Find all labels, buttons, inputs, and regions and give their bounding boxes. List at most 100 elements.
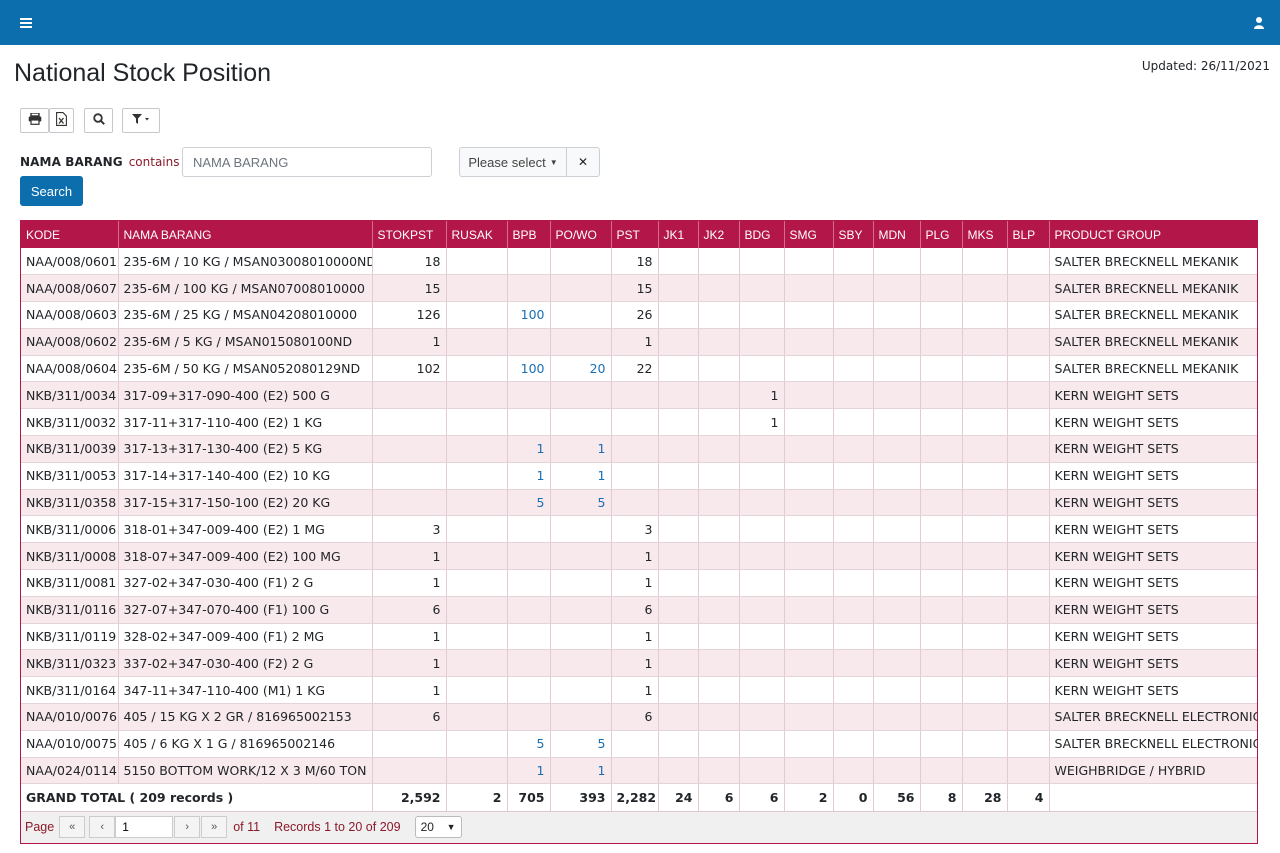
table-cell — [873, 569, 921, 597]
table-cell — [739, 623, 785, 651]
next-page-button[interactable]: › — [174, 816, 201, 839]
table-cell — [698, 435, 740, 463]
user-icon[interactable] — [1252, 16, 1266, 30]
table-cell — [784, 355, 834, 383]
table-cell — [962, 757, 1008, 785]
table-cell — [784, 462, 834, 490]
table-cell — [962, 515, 1008, 544]
filter-operator: contains — [128, 155, 180, 169]
page-size-select[interactable]: 20 ▼ — [414, 816, 462, 839]
column-header[interactable]: SMG — [784, 221, 834, 248]
column-header[interactable]: SBY — [833, 221, 874, 248]
table-row: NKB/311/0358 317-15+317-150-100 (E2) 20 K… — [21, 489, 1257, 517]
excel-export-button[interactable] — [49, 108, 74, 133]
table-cell — [920, 328, 963, 356]
cell-link[interactable]: 1 — [598, 763, 606, 778]
grand-total-row: GRAND TOTAL ( 209 records ) 2,592 2 705 393 2… — [21, 783, 1257, 811]
column-header[interactable]: NAMA BARANG — [118, 221, 373, 248]
column-header[interactable]: PRODUCT GROUP — [1049, 221, 1257, 248]
table-cell — [698, 489, 740, 517]
nama-barang-input[interactable] — [182, 147, 432, 177]
table-cell: SALTER BRECKNELL MEKANIK — [1049, 274, 1257, 303]
column-header[interactable]: STOKPST — [372, 221, 447, 248]
table-row: NKB/311/0053 317-14+317-140-400 (E2) 10 K… — [21, 462, 1257, 490]
cell-link[interactable]: 1 — [537, 468, 545, 483]
table-cell: 1 — [611, 649, 659, 678]
table-cell — [920, 757, 963, 785]
column-header[interactable]: BDG — [739, 221, 785, 248]
table-row: NAA/008/0603 235-6M / 25 KG / MSAN0420801… — [21, 301, 1257, 329]
table-cell — [833, 542, 874, 571]
table-cell — [873, 274, 921, 303]
hamburger-menu-icon[interactable] — [19, 16, 33, 30]
first-page-button[interactable]: « — [59, 816, 86, 839]
search-button[interactable]: Search — [20, 176, 83, 206]
table-cell — [833, 248, 874, 276]
please-select-dropdown[interactable]: Please select ▼ — [459, 147, 567, 177]
column-header[interactable]: MDN — [873, 221, 921, 248]
double-chevron-left-icon: « — [69, 821, 76, 834]
table-cell — [873, 462, 921, 490]
table-cell — [372, 462, 447, 490]
table-cell — [962, 408, 1008, 437]
table-cell — [1007, 649, 1050, 678]
cell-link[interactable]: 20 — [590, 361, 606, 376]
column-header[interactable]: JK2 — [698, 221, 740, 248]
table-cell — [739, 757, 785, 785]
table-cell — [550, 676, 612, 705]
table-cell — [698, 649, 740, 678]
table-row: NAA/024/0114 5150 BOTTOM WORK/12 X 3 M/60… — [21, 757, 1257, 785]
table-cell — [698, 328, 740, 356]
table-cell: WEIGHBRIDGE / HYBRID — [1049, 757, 1257, 785]
cell-link[interactable]: 1 — [537, 763, 545, 778]
total-cell: 0 — [833, 783, 874, 811]
table-cell — [658, 248, 699, 276]
cell-link[interactable]: 5 — [598, 736, 606, 751]
column-header[interactable]: BPB — [507, 221, 551, 248]
cell-link[interactable]: 5 — [537, 495, 545, 510]
total-cell: 393 — [550, 783, 612, 811]
table-cell — [550, 623, 612, 651]
page-number-input[interactable] — [115, 816, 174, 839]
table-cell: 235-6M / 50 KG / MSAN052080129ND — [118, 355, 373, 383]
table-cell: SALTER BRECKNELL MEKANIK — [1049, 355, 1257, 383]
search-toggle-button[interactable] — [84, 108, 113, 133]
table-cell — [1007, 703, 1050, 731]
column-header[interactable]: RUSAK — [446, 221, 508, 248]
cell-link[interactable]: 100 — [521, 307, 545, 322]
cell-link[interactable]: 5 — [598, 495, 606, 510]
table-cell: NKB/311/0032 — [21, 408, 119, 437]
filter-button[interactable] — [122, 108, 160, 133]
table-cell: 1 — [372, 623, 447, 651]
column-header[interactable]: KODE — [21, 221, 119, 248]
table-cell — [962, 435, 1008, 463]
table-cell: NAA/008/0604 — [21, 355, 119, 383]
cell-link[interactable]: 100 — [521, 361, 545, 376]
table-cell: 235-6M / 25 KG / MSAN04208010000 — [118, 301, 373, 329]
print-button[interactable] — [20, 108, 49, 133]
table-cell — [658, 462, 699, 490]
column-header[interactable]: BLP — [1007, 221, 1050, 248]
last-page-button[interactable]: » — [201, 816, 228, 839]
table-cell: 328-02+347-009-400 (F1) 2 MG — [118, 623, 373, 651]
table-cell — [962, 301, 1008, 329]
table-cell — [1007, 730, 1050, 758]
column-header[interactable]: PST — [611, 221, 659, 248]
column-header[interactable]: PO/WO — [550, 221, 612, 248]
column-header[interactable]: MKS — [962, 221, 1008, 248]
cell-link[interactable]: 1 — [598, 441, 606, 456]
column-header[interactable]: JK1 — [658, 221, 699, 248]
table-cell — [658, 542, 699, 571]
cell-link[interactable]: 1 — [598, 468, 606, 483]
cell-link[interactable]: 5 — [537, 736, 545, 751]
prev-page-button[interactable]: ‹ — [89, 816, 116, 839]
table-cell: 1 — [550, 462, 612, 490]
total-cell: 4 — [1007, 783, 1050, 811]
table-row: NAA/008/0601 235-6M / 10 KG / MSAN0300801… — [21, 248, 1257, 276]
table-cell: 1 — [372, 328, 447, 356]
cell-link[interactable]: 1 — [537, 441, 545, 456]
table-cell — [611, 435, 659, 463]
column-header[interactable]: PLG — [920, 221, 963, 248]
table-cell — [833, 623, 874, 651]
clear-select-button[interactable]: ✕ — [567, 147, 600, 177]
